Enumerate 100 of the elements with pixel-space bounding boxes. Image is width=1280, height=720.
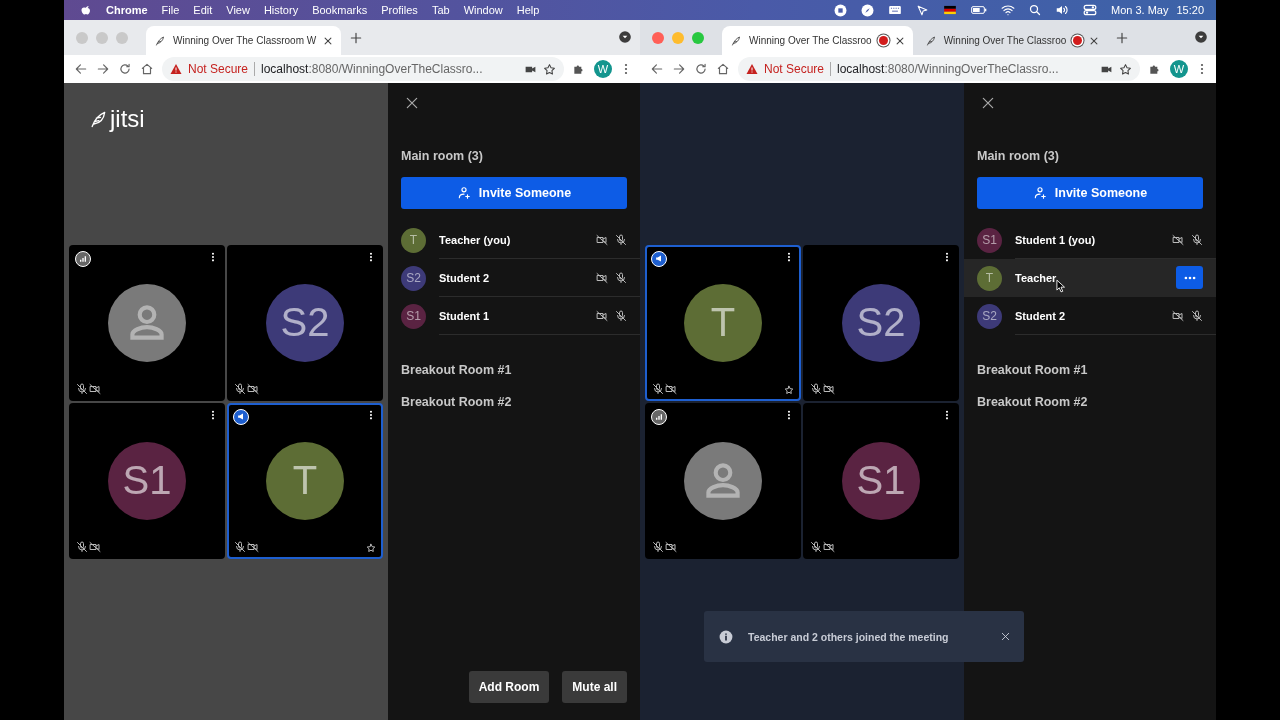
participant-name: Student 1 [439,309,490,322]
camera-off-icon [596,233,608,246]
menu-item[interactable]: Window [463,4,503,16]
tab-search-icon [618,29,632,44]
apple-icon [80,4,92,16]
menu-item[interactable]: Bookmarks [312,4,368,16]
url-path: :8080/WinningOverTheClassro... [308,62,483,76]
window-control[interactable] [672,31,684,44]
back-icon [74,62,88,76]
browser-tab[interactable]: Winning Over The Classroo [722,26,913,55]
avatar: S2 [842,283,920,362]
avatar: S1 [842,441,920,520]
home-icon [140,62,154,76]
notification-text: Teacher and 2 others joined the meeting [748,630,950,643]
pointer-icon [916,3,929,17]
participant-avatar: S2 [977,303,1002,329]
menu-bar-time[interactable]: 15:20 [1176,4,1204,16]
close-icon [1089,35,1100,46]
camera-off-icon [596,309,608,322]
wifi-icon [1001,3,1015,17]
video-tile[interactable]: S2 [803,244,959,401]
participant-row[interactable]: S2 Student 2 [964,297,1216,335]
avatar: S2 [266,283,344,362]
mic-off-icon [810,540,822,553]
connection-indicator[interactable] [75,250,91,267]
security-warning[interactable]: Not Secure [188,62,249,76]
megaphone-icon [236,412,246,421]
volume-icon [1055,3,1069,17]
participant-avatar: S2 [401,265,426,291]
camera-off-icon [1172,309,1184,322]
window-control[interactable] [692,31,704,44]
menu-item[interactable]: Edit [193,4,213,16]
window-control[interactable] [652,31,664,44]
tab-search-icon [1194,29,1208,44]
close-icon [323,35,334,46]
camera-off-icon [823,382,835,395]
mic-off-icon [1191,309,1203,322]
star-icon [784,384,794,395]
stop-record-icon [834,3,847,17]
address-bar[interactable]: Not Secure localhost:8080/WinningOverTheClassro... [738,57,1140,81]
participant-name: Teacher (you) [439,233,511,246]
mic-off-icon [234,540,246,553]
reload-icon [118,62,132,76]
avatar: T [684,283,762,362]
security-warning[interactable]: Not Secure [764,62,825,76]
participant-avatar: T [977,265,1002,291]
menu-item[interactable]: Profiles [381,4,418,16]
mic-off-icon [76,540,88,553]
invite-button[interactable]: Invite Someone [977,177,1203,209]
mic-off-icon [615,233,627,246]
connection-indicator[interactable] [651,408,667,425]
camera-off-icon [89,382,101,395]
feather-icon [154,34,166,47]
menu-item[interactable]: File [161,4,180,16]
camera-off-icon [823,540,835,553]
more-button[interactable] [1176,266,1203,289]
participant-row[interactable]: T Teacher [964,259,1216,297]
camera-off-icon [596,271,608,284]
feather-icon [730,34,742,47]
participant-name: Student 2 [1015,309,1066,322]
menu-bar-date[interactable]: Mon 3. May [1111,4,1169,16]
flag-icon [943,3,957,17]
mic-off-icon [234,382,246,395]
video-tile[interactable] [645,402,801,559]
breakout-room[interactable]: Breakout Room #2 [977,391,1203,413]
camera-off-icon [247,540,259,553]
participant-name: Teacher [1015,271,1057,284]
video-tile[interactable]: S1 [803,402,959,559]
signal-bars-icon [79,254,87,263]
close-icon [980,95,996,111]
room-title: Main room (3) [977,149,1060,163]
mouse-cursor-icon [1054,279,1068,293]
home-icon [716,62,730,76]
menu-item[interactable]: History [263,4,299,16]
mic-off-icon [1191,233,1203,246]
participant-avatar: S1 [977,227,1002,253]
camera-off-icon [665,382,677,395]
url-path: :8080/WinningOverTheClassro... [884,62,1059,76]
url-host: localhost [837,62,885,76]
close-icon [894,35,905,46]
browser-tab[interactable]: Winning Over The Classroo [916,26,1108,55]
app-menu[interactable]: Chrome [106,4,148,16]
participant-name: Student 1 (you) [1015,233,1096,246]
camera-off-icon [247,382,259,395]
logo-text: jitsi [110,105,145,133]
menu-item[interactable]: Help [516,4,540,16]
reload-icon [694,62,708,76]
back-icon [650,62,664,76]
close-button[interactable] [980,95,996,111]
keyboard-icon [888,3,902,17]
compass-icon [861,3,874,17]
profile-avatar[interactable]: W [1170,60,1188,78]
breakout-room[interactable]: Breakout Room #1 [977,359,1203,381]
menu-item[interactable]: View [226,4,250,16]
warning-icon [746,63,758,75]
camera-off-icon [89,540,101,553]
mic-off-icon [652,382,664,395]
avatar: S1 [108,441,186,520]
room-title: Main room (3) [401,149,484,163]
menu-item[interactable]: Tab [431,4,450,16]
